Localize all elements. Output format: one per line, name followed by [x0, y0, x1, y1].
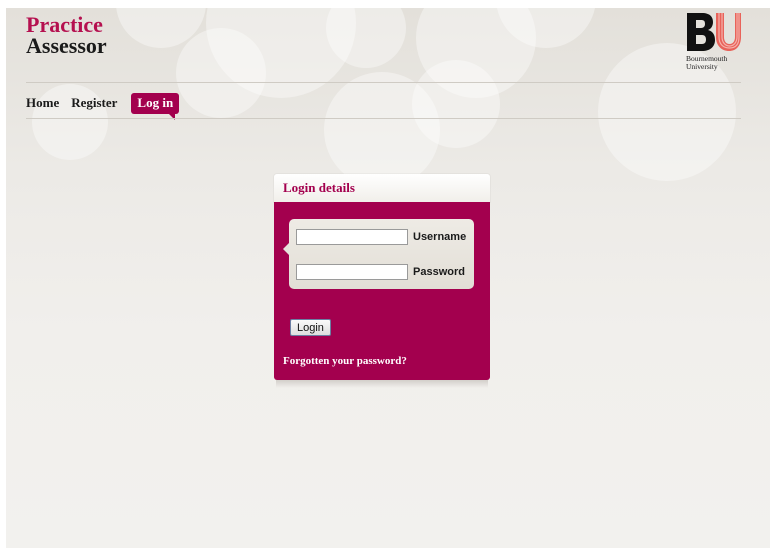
nav-divider	[26, 118, 741, 119]
login-panel-header: Login details	[274, 174, 490, 202]
page-background: Practice Assessor Bournemouth University…	[6, 8, 770, 548]
main-nav: Home Register Log in	[26, 92, 191, 120]
nav-login-link[interactable]: Log in	[131, 92, 180, 120]
bu-logo-mark	[687, 13, 741, 51]
login-panel-shadow	[276, 380, 488, 388]
header-divider	[26, 82, 741, 83]
logo-caption: Bournemouth University	[686, 55, 727, 71]
username-row: Username	[296, 229, 466, 245]
bournemouth-university-logo: Bournemouth University	[686, 11, 746, 73]
username-input[interactable]	[296, 229, 408, 245]
nav-register-link[interactable]: Register	[71, 95, 117, 111]
nav-home-link[interactable]: Home	[26, 95, 59, 111]
app-title: Practice Assessor	[26, 12, 107, 58]
forgot-password-link[interactable]: Forgotten your password?	[283, 355, 407, 367]
username-label: Username	[413, 231, 467, 243]
password-row: Password	[296, 264, 465, 280]
login-panel-title: Login details	[283, 180, 355, 195]
credentials-box: Username Password	[283, 219, 474, 289]
login-panel-body: Username Password Login Forgotten your p…	[274, 202, 490, 380]
app-title-line1: Practice	[26, 12, 103, 37]
password-input[interactable]	[296, 264, 408, 280]
login-button[interactable]: Login	[290, 319, 331, 336]
password-label: Password	[413, 266, 465, 278]
decor-bubble	[412, 60, 500, 148]
app-title-line2: Assessor	[26, 33, 107, 58]
logo-caption-line2: University	[686, 62, 718, 71]
login-panel: Login details Username Password Login Fo…	[274, 174, 490, 388]
